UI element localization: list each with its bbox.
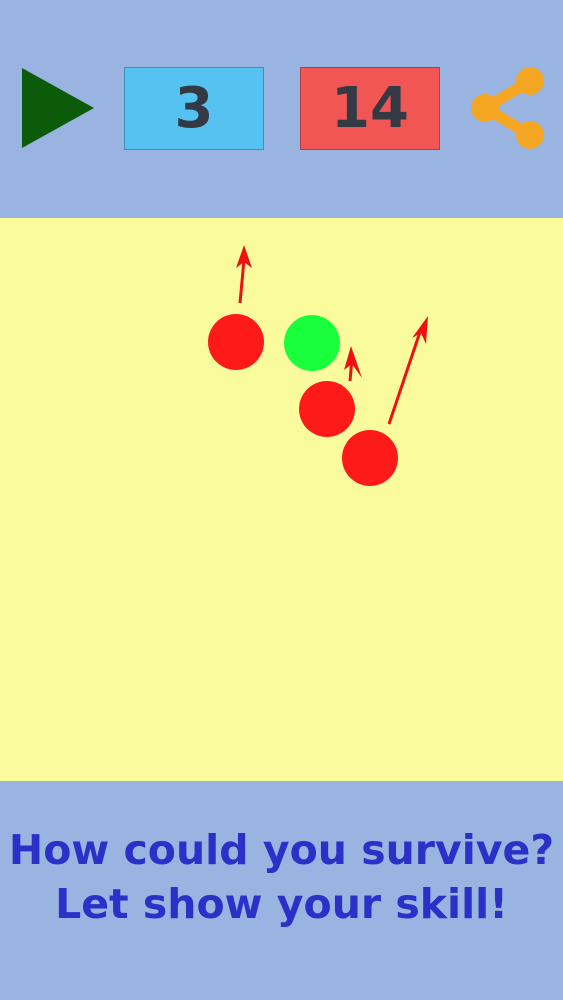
velocity-arrow [344, 346, 362, 382]
enemy-ball [208, 314, 264, 370]
tagline-line-2: Let show your skill! [55, 880, 508, 928]
velocity-arrow [236, 245, 252, 304]
tagline-line-1: How could you survive? [8, 826, 555, 874]
play-icon [22, 68, 94, 148]
current-score: 3 [124, 67, 264, 150]
enemy-ball [299, 381, 355, 437]
game-field[interactable] [0, 218, 563, 781]
player-ball[interactable] [284, 315, 340, 371]
game-canvas [208, 245, 428, 486]
tagline: How could you survive? Let show your ski… [0, 823, 563, 931]
play-button[interactable] [20, 66, 96, 150]
share-button[interactable] [468, 64, 546, 152]
bottom-bar: How could you survive? Let show your ski… [0, 781, 563, 1000]
enemy-ball [342, 430, 398, 486]
top-bar: 3 14 [0, 0, 563, 218]
best-score: 14 [300, 67, 440, 150]
velocity-arrow [387, 316, 428, 425]
share-icon [471, 67, 544, 149]
